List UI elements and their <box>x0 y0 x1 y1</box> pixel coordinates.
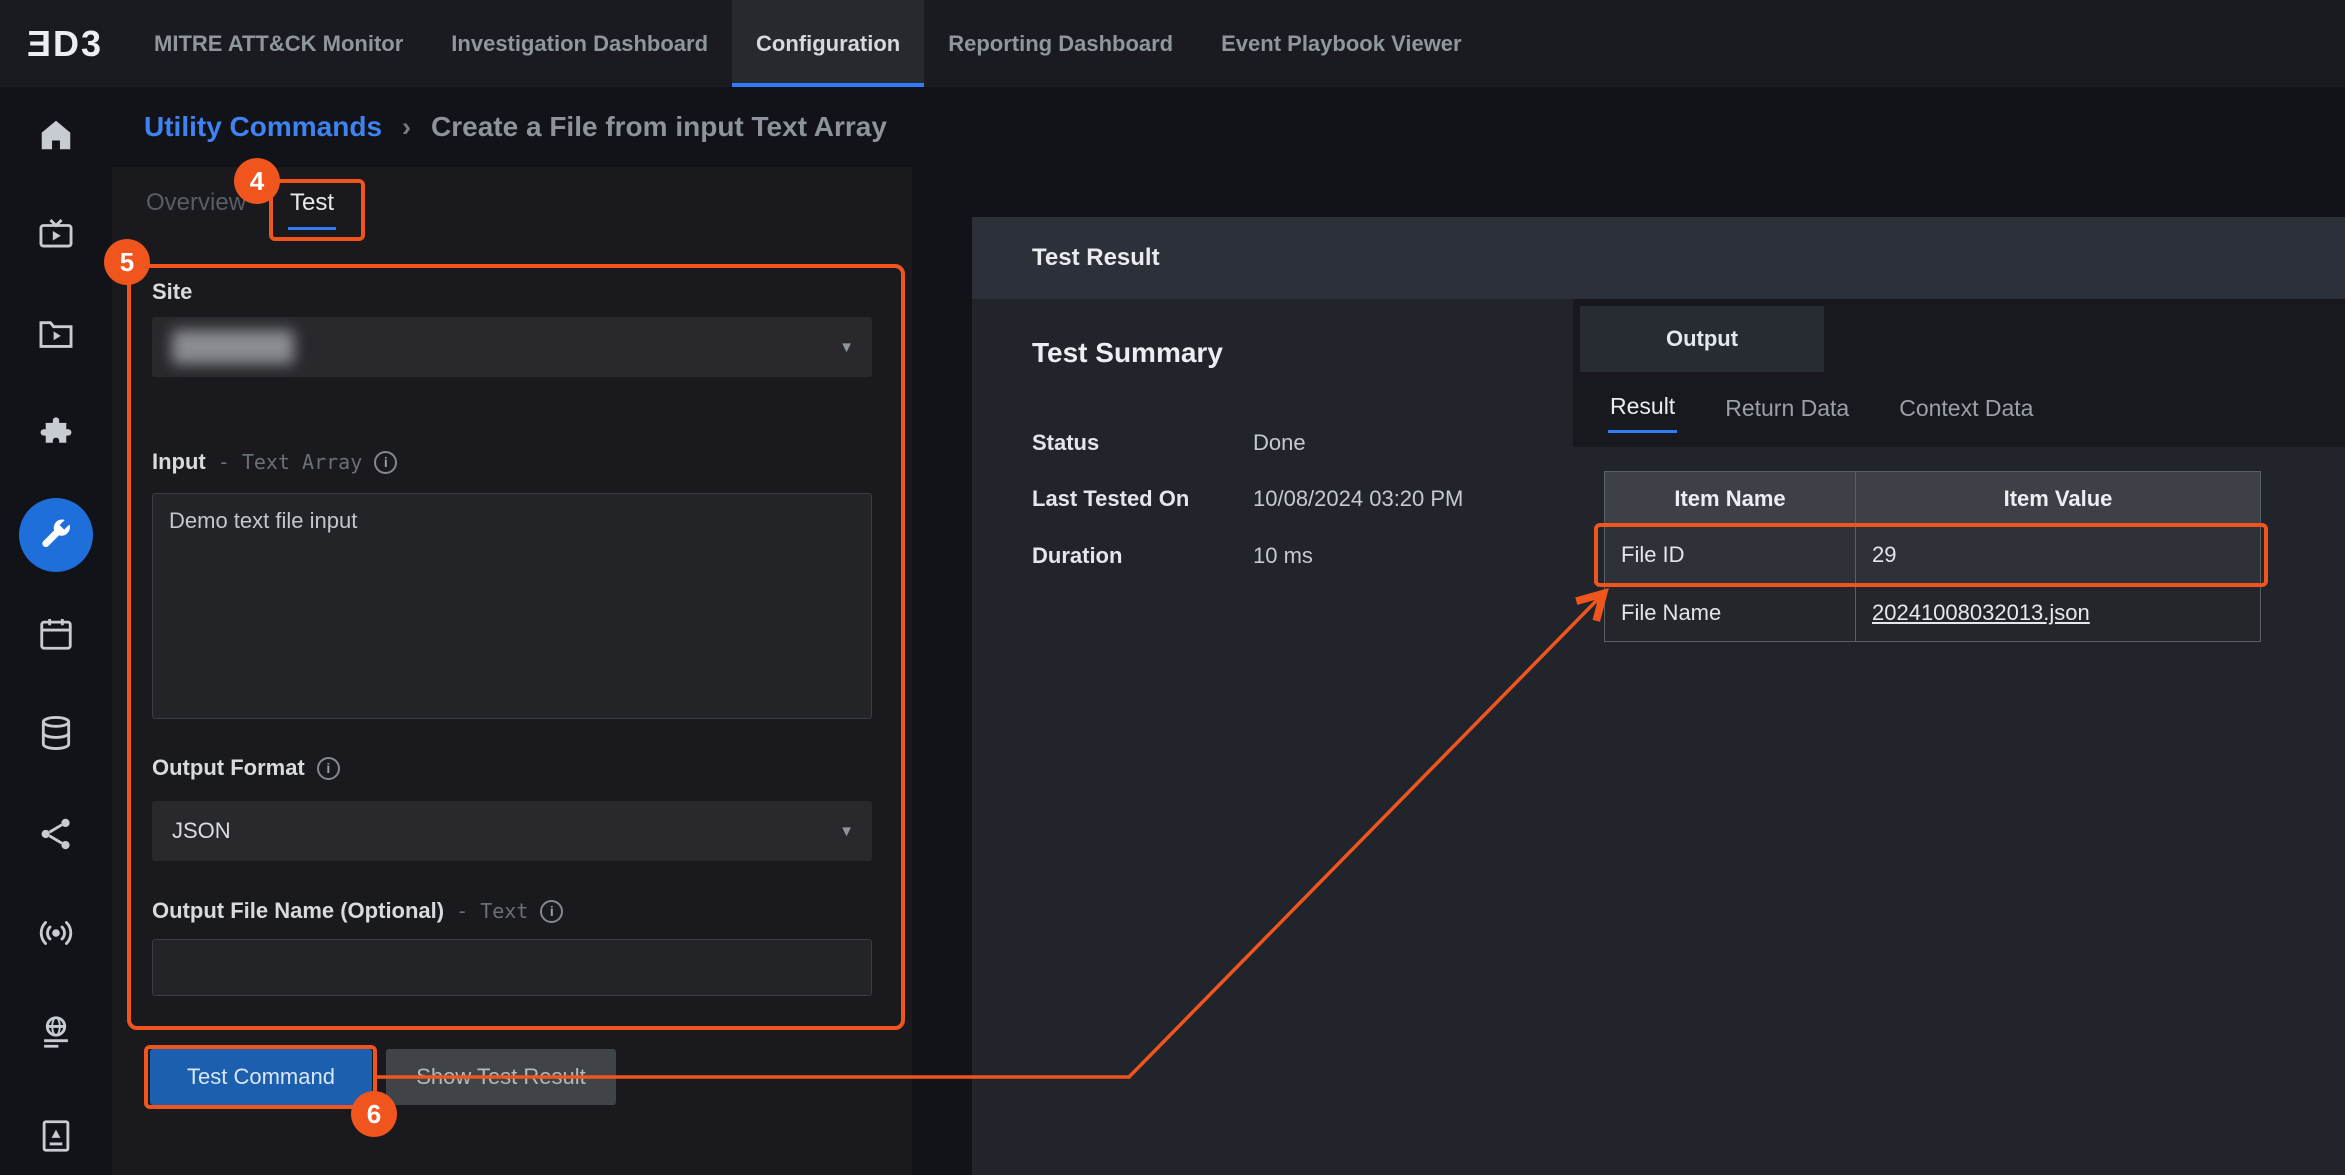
annotation-step-5: 5 <box>104 239 150 285</box>
summary-row-last-tested: Last Tested On 10/08/2024 03:20 PM <box>1032 482 1552 516</box>
table-cell-file-name-name: File Name <box>1605 584 1855 641</box>
output-file-name-input[interactable] <box>152 939 872 996</box>
command-test-panel: Overview Test Site Input - Text Array De… <box>112 167 912 1175</box>
nav-tab-configuration[interactable]: Configuration <box>732 0 924 87</box>
database-icon[interactable] <box>0 697 112 769</box>
annotation-step-6: 6 <box>351 1091 397 1137</box>
chevron-down-icon <box>839 339 854 356</box>
test-command-button[interactable]: Test Command <box>150 1049 372 1105</box>
breadcrumb-chevron-icon: › <box>402 112 411 143</box>
column-header-item-name: Item Name <box>1605 472 1855 525</box>
breadcrumb: Utility Commands › Create a File from in… <box>144 87 887 167</box>
test-summary-title: Test Summary <box>1032 337 1223 369</box>
tab-output[interactable]: Output <box>1580 306 1824 372</box>
chevron-down-icon <box>839 823 854 840</box>
output-format-label: Output Format <box>152 755 340 781</box>
output-format-select[interactable]: JSON <box>152 801 872 861</box>
summary-row-status: Status Done <box>1032 426 1552 460</box>
puzzle-icon[interactable] <box>0 398 112 470</box>
d3-logo[interactable]: ƎD3 <box>0 0 130 87</box>
site-selected-value <box>172 330 294 364</box>
document-alert-icon[interactable] <box>0 1100 112 1172</box>
table-cell-file-id-value: 29 <box>1856 526 2260 583</box>
summary-row-duration: Duration 10 ms <box>1032 539 1552 573</box>
test-result-header: Test Result <box>972 217 2345 299</box>
info-icon[interactable] <box>540 900 563 923</box>
site-label: Site <box>152 279 192 305</box>
file-link[interactable]: 20241008032013.json <box>1872 600 2090 626</box>
nav-tab-reporting-dashboard[interactable]: Reporting Dashboard <box>924 0 1197 87</box>
annotation-step-4: 4 <box>234 158 280 204</box>
result-table: Item Name Item Value File ID 29 File Nam… <box>1604 471 2261 642</box>
site-select[interactable] <box>152 317 872 377</box>
nav-tab-investigation-dashboard[interactable]: Investigation Dashboard <box>427 0 732 87</box>
globe-list-icon[interactable] <box>0 996 112 1068</box>
last-tested-value: 10/08/2024 03:20 PM <box>1253 486 1463 512</box>
nav-tab-mitre-attck-monitor[interactable]: MITRE ATT&CK Monitor <box>130 0 427 87</box>
left-sidebar <box>0 87 112 1175</box>
test-result-title: Test Result <box>1032 244 1160 272</box>
table-cell-file-id-name: File ID <box>1605 526 1855 583</box>
test-result-panel: Test Result Test Summary Status Done Las… <box>972 217 2345 1175</box>
tab-overview[interactable]: Overview <box>144 185 248 230</box>
page-title: Create a File from input Text Array <box>431 111 887 143</box>
table-cell-file-name-value: 20241008032013.json <box>1856 584 2260 641</box>
breadcrumb-utility-commands[interactable]: Utility Commands <box>144 111 382 143</box>
wrench-icon-active[interactable] <box>19 498 93 572</box>
input-label: Input - Text Array <box>152 449 397 475</box>
status-value: Done <box>1253 430 1306 456</box>
output-file-name-label: Output File Name (Optional) - Text <box>152 898 563 924</box>
calendar-icon[interactable] <box>0 598 112 670</box>
subtab-result[interactable]: Result <box>1608 385 1677 433</box>
top-nav: ƎD3 MITRE ATT&CK Monitor Investigation D… <box>0 0 2345 87</box>
info-icon[interactable] <box>374 451 397 474</box>
nav-tab-event-playbook-viewer[interactable]: Event Playbook Viewer <box>1197 0 1485 87</box>
output-subtabs: Result Return Data Context Data <box>1608 372 2035 446</box>
broadcast-icon[interactable] <box>0 897 112 969</box>
show-test-result-button[interactable]: Show Test Result <box>386 1049 616 1105</box>
info-icon[interactable] <box>317 757 340 780</box>
monitor-play-icon[interactable] <box>0 199 112 271</box>
input-textarea[interactable]: Demo text file input <box>152 493 872 719</box>
duration-value: 10 ms <box>1253 543 1313 569</box>
home-icon[interactable] <box>0 99 112 171</box>
tab-test[interactable]: Test <box>288 185 336 230</box>
column-header-item-value: Item Value <box>1856 472 2260 525</box>
folder-play-icon[interactable] <box>0 297 112 369</box>
subtab-context-data[interactable]: Context Data <box>1897 387 2035 432</box>
share-nodes-icon[interactable] <box>0 798 112 870</box>
subtab-return-data[interactable]: Return Data <box>1723 387 1851 432</box>
